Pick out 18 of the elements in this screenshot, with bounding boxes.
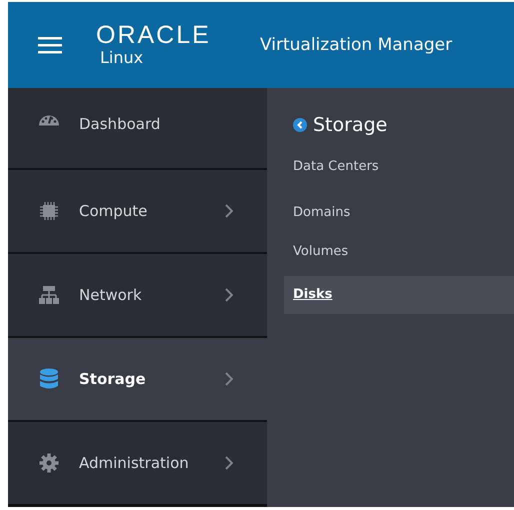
sidebar-item[interactable]: Compute <box>8 170 267 252</box>
menu-icon[interactable] <box>38 36 62 54</box>
submenu-title: Storage <box>313 114 388 136</box>
gauge-icon <box>38 115 60 126</box>
database-icon <box>39 368 59 390</box>
gear-icon <box>39 453 59 473</box>
submenu-item[interactable]: Volumes <box>284 236 514 268</box>
sidebar-item[interactable]: Administration <box>8 422 267 504</box>
sidebar-item[interactable]: Network <box>8 254 267 336</box>
submenu-item[interactable]: Data Centers <box>284 151 514 183</box>
submenu-item[interactable]: Disks <box>284 276 514 314</box>
app-title: Virtualization Manager <box>260 35 452 55</box>
chip-icon <box>39 201 59 221</box>
sidebar-item[interactable]: Storage <box>8 338 267 420</box>
sidebar-item[interactable]: Dashboard <box>8 88 267 168</box>
submenu-item[interactable]: Domains <box>284 197 514 229</box>
logo-subtitle: Linux <box>100 48 144 68</box>
network-icon <box>38 285 60 305</box>
